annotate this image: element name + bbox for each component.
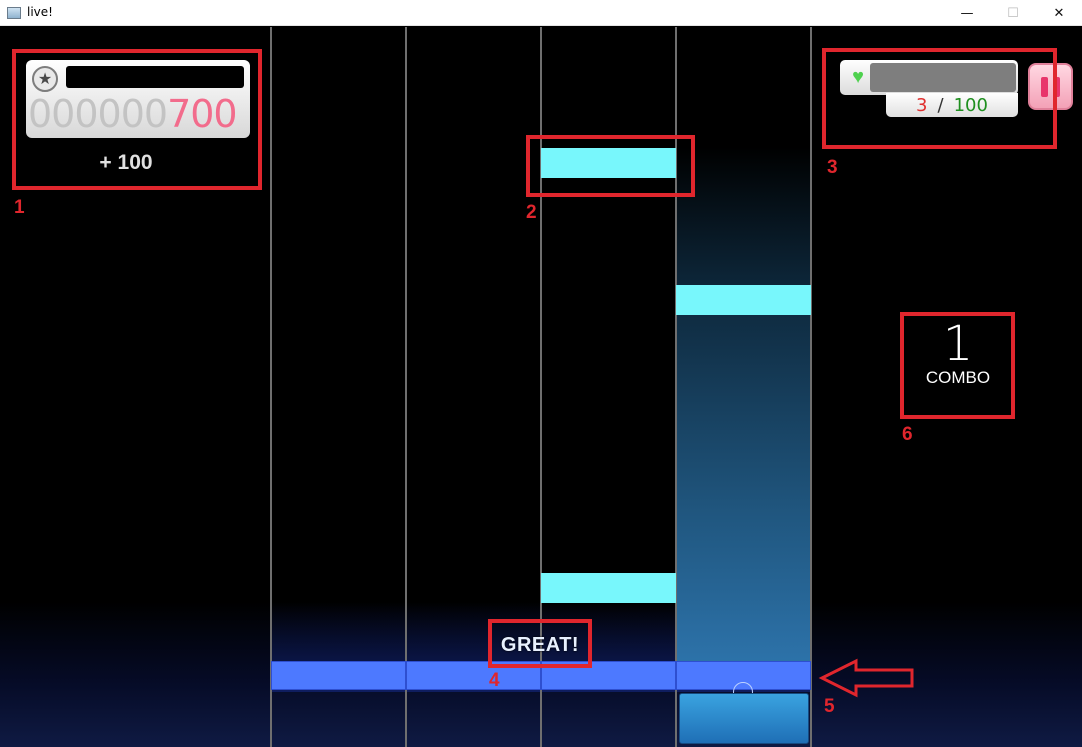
app-icon bbox=[7, 7, 21, 19]
annotation-label-1: 1 bbox=[14, 197, 25, 218]
close-button[interactable]: ✕ bbox=[1036, 0, 1082, 26]
note-lane-3-low bbox=[541, 573, 676, 603]
annotation-label-2: 2 bbox=[526, 202, 537, 223]
window-title: live! bbox=[27, 5, 53, 19]
lane-4-press-pad[interactable] bbox=[679, 693, 809, 744]
annotation-label-5: 5 bbox=[824, 696, 835, 717]
annotation-box-6 bbox=[900, 312, 1015, 419]
annotation-box-1 bbox=[12, 49, 262, 190]
maximize-button[interactable]: ☐ bbox=[990, 0, 1036, 26]
minimize-button[interactable]: — bbox=[944, 0, 990, 26]
annotation-label-3: 3 bbox=[827, 157, 838, 178]
lane-divider bbox=[270, 27, 272, 747]
note-lane-4 bbox=[676, 285, 811, 315]
annotation-arrow-icon bbox=[818, 658, 914, 698]
hit-bar-lane-1[interactable] bbox=[271, 661, 406, 690]
annotation-label-4: 4 bbox=[489, 670, 500, 691]
lane-4-beam bbox=[676, 147, 811, 667]
annotation-box-2 bbox=[526, 135, 695, 197]
annotation-box-4 bbox=[488, 619, 592, 668]
lane-divider bbox=[810, 27, 812, 747]
game-stage[interactable]: GREAT! ★ 000000700 + 100 ♥ 3 / 100 1 COM… bbox=[0, 27, 1082, 747]
window-titlebar: live! — ☐ ✕ bbox=[0, 0, 1082, 26]
annotation-box-3 bbox=[822, 48, 1057, 149]
annotation-label-6: 6 bbox=[902, 424, 913, 445]
lane-divider bbox=[405, 27, 407, 747]
